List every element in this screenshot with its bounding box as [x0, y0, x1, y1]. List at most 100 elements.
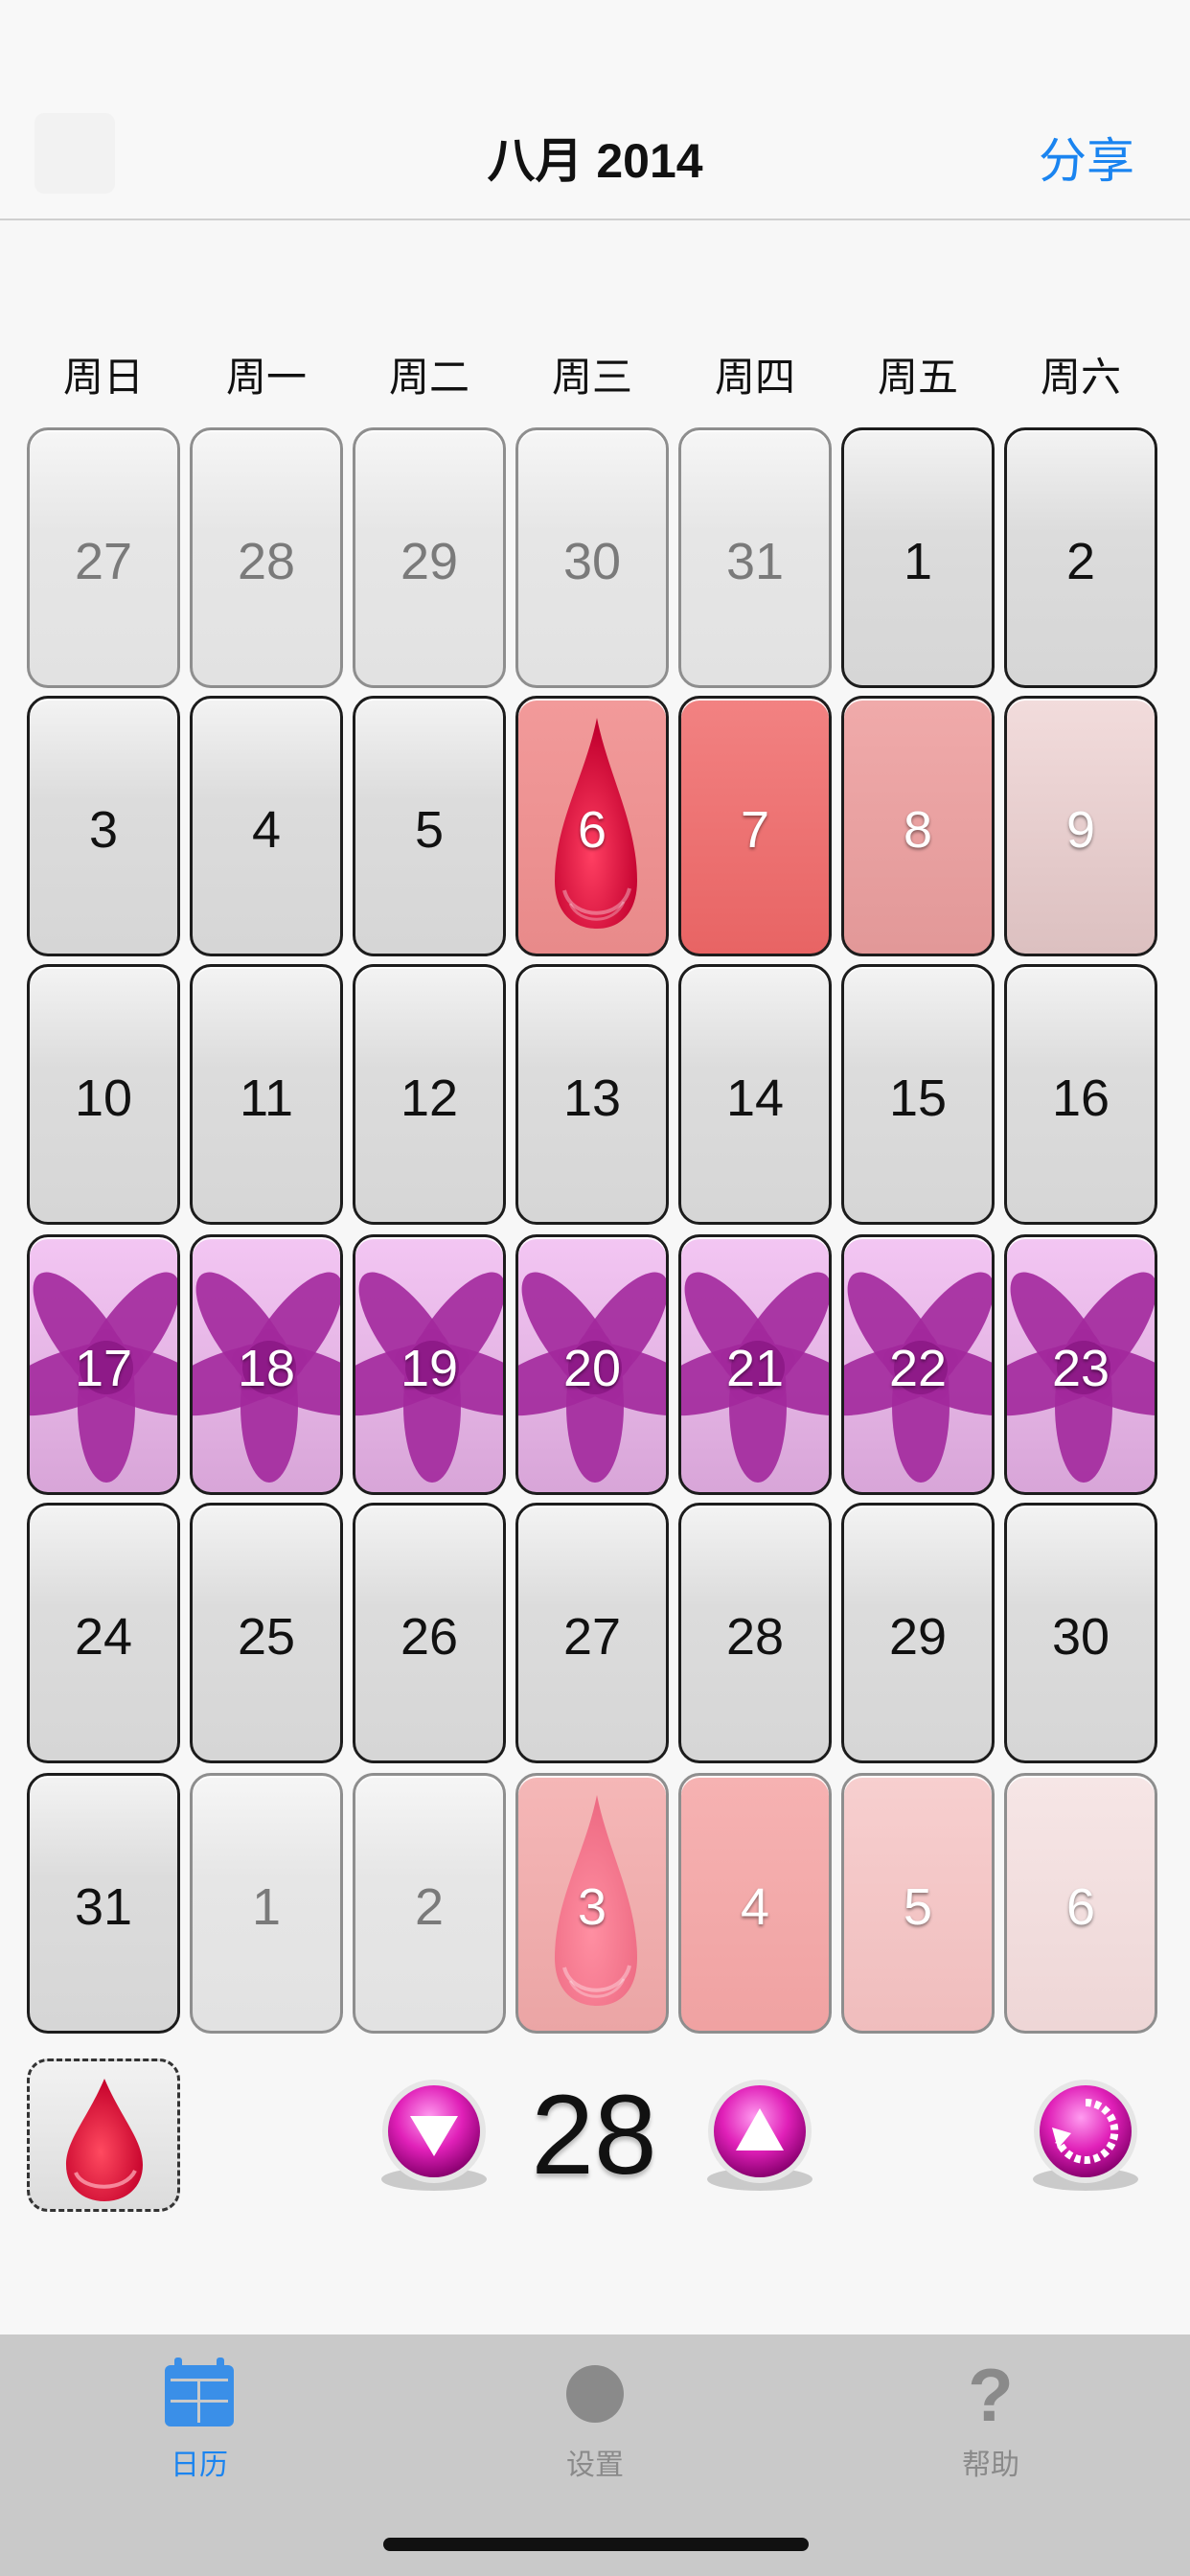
calendar-grid: 27 28 29 30 31 1 2 3 4 5 6 7 8 9 10 11 12 13 14 15 16 17 18 19 2… — [0, 0, 1190, 2108]
day-number: 24 — [74, 1608, 133, 1666]
day-number: 1 — [251, 1878, 282, 1936]
day-number: 22 — [888, 1340, 948, 1397]
calendar-day-cell[interactable]: 2 — [1004, 427, 1157, 688]
calendar-day-cell[interactable]: 27 — [515, 1503, 669, 1763]
calendar-day-cell[interactable]: 23 — [1004, 1234, 1157, 1495]
day-number: 16 — [1051, 1070, 1110, 1127]
calendar-day-cell[interactable]: 12 — [353, 964, 506, 1225]
day-number: 10 — [74, 1070, 133, 1127]
calendar-day-cell[interactable]: 3 — [27, 696, 180, 956]
day-number: 15 — [888, 1070, 948, 1127]
calendar-day-cell[interactable]: 28 — [678, 1503, 832, 1763]
calendar-day-cell[interactable]: 10 — [27, 964, 180, 1225]
calendar-day-cell[interactable]: 25 — [190, 1503, 343, 1763]
question-icon: ? — [968, 2353, 1014, 2437]
day-number: 27 — [74, 533, 133, 590]
day-number: 5 — [414, 801, 445, 859]
calendar-day-cell[interactable]: 21 — [678, 1234, 832, 1495]
day-number: 25 — [237, 1608, 296, 1666]
calendar-day-cell[interactable]: 2 — [353, 1773, 506, 2034]
calendar-day-cell[interactable]: 9 — [1004, 696, 1157, 956]
cycle-length-value: 28 — [531, 2072, 657, 2198]
day-number: 3 — [577, 1878, 607, 1936]
day-number: 29 — [888, 1608, 948, 1666]
calendar-day-cell[interactable]: 14 — [678, 964, 832, 1225]
tab-help[interactable]: ? 帮助 — [895, 2353, 1087, 2483]
calendar-day-cell[interactable]: 5 — [841, 1773, 995, 2034]
calendar-day-cell[interactable]: 8 — [841, 696, 995, 956]
calendar-day-cell[interactable]: 30 — [1004, 1503, 1157, 1763]
calendar-day-cell[interactable]: 26 — [353, 1503, 506, 1763]
day-number: 8 — [903, 801, 933, 859]
day-number: 1 — [903, 533, 933, 590]
calendar-day-cell[interactable]: 29 — [841, 1503, 995, 1763]
calendar-day-cell[interactable]: 24 — [27, 1503, 180, 1763]
day-number: 31 — [74, 1878, 133, 1936]
arrow-down-icon — [381, 2080, 487, 2191]
day-number: 17 — [74, 1340, 133, 1397]
calendar-day-cell[interactable]: 19 — [353, 1234, 506, 1495]
arrow-up-icon — [707, 2080, 812, 2191]
mark-period-button[interactable] — [27, 2058, 180, 2212]
tab-calendar[interactable]: 日历 — [103, 2354, 295, 2483]
settings-circle-icon — [566, 2365, 624, 2423]
day-number: 4 — [740, 1878, 770, 1936]
calendar-day-cell[interactable]: 15 — [841, 964, 995, 1225]
day-number: 18 — [237, 1340, 296, 1397]
svg-text:?: ? — [968, 2354, 1014, 2430]
day-number: 12 — [400, 1070, 459, 1127]
day-number: 19 — [400, 1340, 459, 1397]
calendar-day-cell[interactable]: 31 — [27, 1773, 180, 2034]
day-number: 21 — [725, 1340, 785, 1397]
day-number: 2 — [1065, 533, 1096, 590]
calendar-day-cell[interactable]: 27 — [27, 427, 180, 688]
day-number: 6 — [577, 801, 607, 859]
calendar-day-cell[interactable]: 31 — [678, 427, 832, 688]
day-number: 28 — [725, 1608, 785, 1666]
tab-settings-label: 设置 — [566, 2450, 624, 2481]
calendar-day-cell[interactable]: 11 — [190, 964, 343, 1225]
tab-settings[interactable]: 设置 — [499, 2354, 691, 2483]
calendar-day-cell[interactable]: 22 — [841, 1234, 995, 1495]
day-number: 30 — [562, 533, 622, 590]
day-number: 31 — [725, 533, 785, 590]
day-number: 26 — [400, 1608, 459, 1666]
refresh-icon — [1033, 2080, 1138, 2191]
day-number: 13 — [562, 1070, 622, 1127]
calendar-day-cell[interactable]: 5 — [353, 696, 506, 956]
calendar-icon — [165, 2358, 234, 2426]
day-number: 7 — [740, 801, 770, 859]
calendar-day-cell[interactable]: 17 — [27, 1234, 180, 1495]
reset-button[interactable] — [1023, 2074, 1148, 2198]
day-number: 27 — [562, 1608, 622, 1666]
calendar-day-cell[interactable]: 4 — [190, 696, 343, 956]
calendar-day-cell[interactable]: 13 — [515, 964, 669, 1225]
day-number: 11 — [239, 1070, 294, 1127]
day-number: 3 — [88, 801, 119, 859]
calendar-day-cell[interactable]: 18 — [190, 1234, 343, 1495]
calendar-day-cell[interactable]: 29 — [353, 427, 506, 688]
calendar-day-cell[interactable]: 30 — [515, 427, 669, 688]
increase-cycle-button[interactable] — [698, 2074, 822, 2198]
calendar-day-cell[interactable]: 1 — [190, 1773, 343, 2034]
day-number: 6 — [1065, 1878, 1096, 1936]
day-number: 28 — [237, 533, 296, 590]
day-number: 5 — [903, 1878, 933, 1936]
home-indicator — [383, 2538, 809, 2551]
calendar-day-cell[interactable]: 7 — [678, 696, 832, 956]
day-number: 30 — [1051, 1608, 1110, 1666]
calendar-day-cell[interactable]: 3 — [515, 1773, 669, 2034]
day-number: 23 — [1051, 1340, 1110, 1397]
calendar-day-cell[interactable]: 1 — [841, 427, 995, 688]
calendar-day-cell[interactable]: 28 — [190, 427, 343, 688]
tab-calendar-label: 日历 — [171, 2450, 228, 2481]
decrease-cycle-button[interactable] — [372, 2074, 496, 2198]
blood-drop-icon — [66, 2079, 143, 2201]
calendar-day-cell[interactable]: 16 — [1004, 964, 1157, 1225]
calendar-day-cell[interactable]: 20 — [515, 1234, 669, 1495]
calendar-day-cell[interactable]: 6 — [1004, 1773, 1157, 2034]
tab-help-label: 帮助 — [962, 2450, 1019, 2481]
calendar-day-cell[interactable]: 6 — [515, 696, 669, 956]
calendar-day-cell[interactable]: 4 — [678, 1773, 832, 2034]
day-number: 20 — [562, 1340, 622, 1397]
